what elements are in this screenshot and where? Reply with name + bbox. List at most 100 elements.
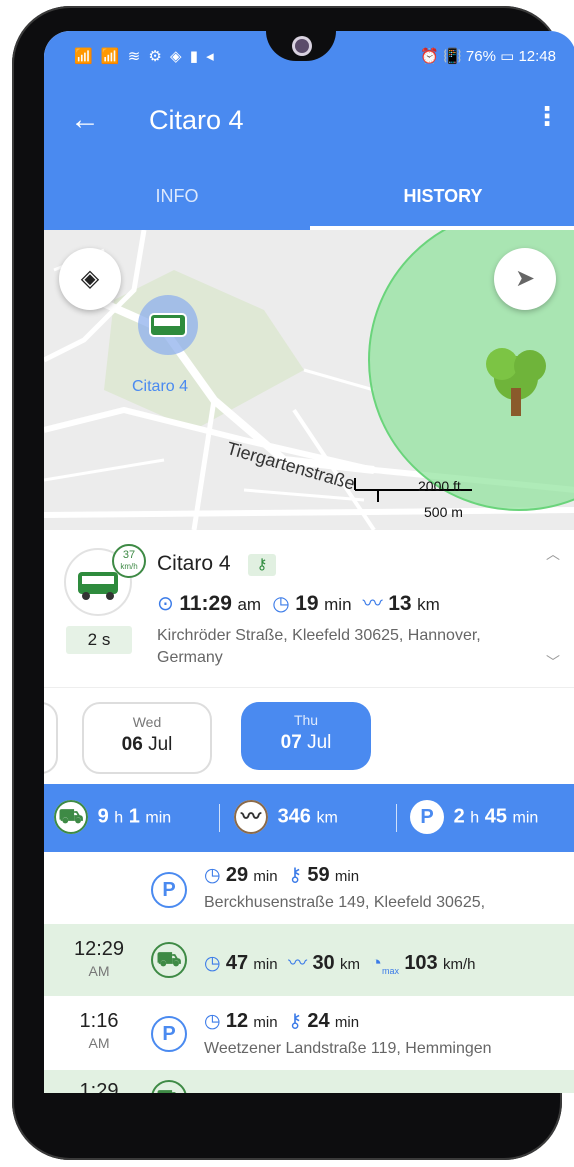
- list-item[interactable]: 1:29 ⛟: [44, 1070, 574, 1093]
- speed-unit: km/h: [120, 562, 138, 571]
- clock-icon: ◷: [204, 953, 221, 974]
- speed-badge: 37 km/h: [112, 544, 146, 578]
- park-minutes: 45: [484, 805, 507, 828]
- ignition-key-icon: ⚷: [248, 554, 276, 576]
- total-distance: 346: [277, 805, 311, 828]
- parking-icon: P: [151, 1016, 187, 1052]
- vehicle-metrics: ⊙ 11:29 am ◷ 19 min 〰 13 km: [157, 587, 440, 616]
- drive-distance: 30: [312, 952, 335, 974]
- map-view[interactable]: ◈ ➤ Citaro 4 Tiergartenstraße 2000 ft 50…: [44, 230, 574, 530]
- drive-hours: 9: [97, 805, 109, 828]
- play-time-icon: ⊙: [157, 593, 174, 615]
- key-icon: ⚷: [288, 1011, 303, 1032]
- route-icon: 〰: [288, 953, 308, 974]
- time-value: 1:29: [79, 1080, 119, 1093]
- ignition-duration: 59: [307, 864, 330, 886]
- date-selector[interactable]: Wed 06 Jul Thu 07 Jul: [44, 687, 574, 785]
- date-month: Jul: [307, 732, 332, 753]
- park-duration: 12: [225, 1010, 249, 1032]
- date-card-previous[interactable]: [44, 702, 58, 774]
- last-time: 11:29: [179, 592, 232, 615]
- history-list[interactable]: P ◷ 29 min ⚷ 59 min Berckhusenstraße 149…: [44, 852, 574, 1093]
- route-icon: 〰: [234, 800, 268, 834]
- list-item[interactable]: P ◷ 29 min ⚷ 59 min Berckhusenstraße 149…: [44, 852, 574, 922]
- app-header: 📶 📶 ≋ ⚙ ◈ ▮ ◂ ⏰ 📳 76% ▭ 12:48 ← Citaro 4…: [44, 31, 574, 230]
- status-left-icons: 📶 📶 ≋ ⚙ ◈ ▮ ◂: [74, 48, 216, 65]
- unit: km/h: [442, 956, 476, 973]
- date-month: Jul: [148, 734, 173, 755]
- summary-drive: ⛟ 9 h 1 min: [54, 800, 171, 834]
- date-dow: Wed: [132, 714, 162, 730]
- parking-icon: P: [151, 872, 187, 908]
- status-right: ⏰ 📳 76% ▭ 12:48: [420, 48, 556, 65]
- row-address: Weetzener Landstraße 119, Hemmingen: [204, 1040, 492, 1057]
- phone-frame: 📶 📶 ≋ ⚙ ◈ ▮ ◂ ⏰ 📳 76% ▭ 12:48 ← Citaro 4…: [12, 6, 574, 1160]
- distance-unit: km: [417, 595, 440, 614]
- parking-icon: P: [410, 800, 444, 834]
- max-speed: 103: [404, 952, 438, 974]
- unit: min: [253, 868, 278, 885]
- car-icon: ⛟: [151, 942, 187, 978]
- summary-divider: [396, 804, 397, 832]
- list-item[interactable]: 12:29 AM ⛟ ◷ 47 min 〰 30 km ◔max 103 km/…: [44, 924, 574, 996]
- time-ampm: AM: [88, 963, 110, 979]
- tab-info[interactable]: INFO: [44, 186, 310, 207]
- row-address: Berckhusenstraße 149, Kleefeld 30625,: [204, 894, 486, 911]
- distance-unit: km: [316, 809, 338, 827]
- park-duration: 29: [225, 864, 249, 886]
- locate-icon[interactable]: ➤: [494, 248, 556, 310]
- vehicle-detail-card[interactable]: 37 km/h Citaro 4 ⚷ ︿ ⊙ 11:29 am ◷ 19 min…: [44, 530, 574, 687]
- list-item[interactable]: 1:16 AM P ◷ 12 min ⚷ 24 min Weetzener La…: [44, 998, 574, 1068]
- date-day: 06: [121, 734, 143, 755]
- summary-divider: [219, 804, 220, 832]
- time-suffix: am: [237, 595, 262, 614]
- row-time: 1:29: [64, 1080, 134, 1093]
- status-bar: 📶 📶 ≋ ⚙ ◈ ▮ ◂ ⏰ 📳 76% ▭ 12:48: [74, 47, 556, 69]
- max-label: max: [382, 965, 400, 976]
- vehicle-name: Citaro 4: [157, 552, 231, 575]
- clock-icon: ◷: [204, 865, 221, 886]
- page-title: Citaro 4: [149, 105, 244, 135]
- distance-value: 13: [388, 592, 412, 615]
- layers-icon[interactable]: ◈: [59, 248, 121, 310]
- time-value: 1:16: [79, 1010, 119, 1032]
- drive-minutes: 1: [128, 805, 140, 828]
- clock-icon: ◷: [204, 1011, 221, 1032]
- duration-value: 19: [295, 592, 319, 615]
- row-time: 1:16 AM: [64, 1010, 134, 1051]
- scale-ft: 2000 ft: [418, 478, 461, 494]
- day-summary-bar: ⛟ 9 h 1 min 〰 346 km P 2 h 45 min: [44, 784, 574, 852]
- screen: 📶 📶 ≋ ⚙ ◈ ▮ ◂ ⏰ 📳 76% ▭ 12:48 ← Citaro 4…: [44, 31, 574, 1093]
- ignition-duration: 24: [307, 1010, 330, 1032]
- unit: km: [339, 956, 360, 973]
- key-icon: ⚷: [288, 865, 303, 886]
- time-value: 12:29: [73, 938, 125, 960]
- update-age-badge: 2 s: [66, 626, 132, 654]
- date-dow: Thu: [293, 712, 319, 728]
- date-card-thu[interactable]: Thu 07 Jul: [241, 702, 371, 770]
- hours-unit: h: [470, 809, 480, 827]
- minutes-unit: min: [512, 809, 539, 827]
- back-arrow-icon[interactable]: ←: [70, 105, 100, 135]
- tab-history[interactable]: HISTORY: [310, 186, 574, 207]
- clock-icon: ◷: [272, 593, 290, 615]
- more-options-icon[interactable]: ⋮: [534, 101, 560, 132]
- minutes-unit: min: [145, 809, 172, 827]
- vehicle-map-label: Citaro 4: [132, 378, 189, 395]
- date-card-wed[interactable]: Wed 06 Jul: [82, 702, 212, 774]
- speed-value: 37: [122, 549, 136, 561]
- date-day: 07: [280, 732, 302, 753]
- park-hours: 2: [453, 805, 465, 828]
- unit: min: [334, 868, 360, 885]
- unit: min: [253, 956, 278, 973]
- time-ampm: AM: [88, 1035, 110, 1051]
- car-icon: ⛟: [54, 800, 88, 834]
- chevron-down-icon[interactable]: ﹀: [546, 652, 560, 672]
- parking-metrics: ◷ 12 min ⚷ 24 min: [204, 1010, 359, 1033]
- max-speed-icon: ◔max: [370, 953, 400, 976]
- unit: min: [253, 1014, 278, 1031]
- unit: min: [334, 1014, 360, 1031]
- chevron-up-icon[interactable]: ︿: [546, 544, 560, 564]
- parking-metrics: ◷ 29 min ⚷ 59 min: [204, 864, 359, 887]
- route-icon: 〰: [362, 593, 383, 615]
